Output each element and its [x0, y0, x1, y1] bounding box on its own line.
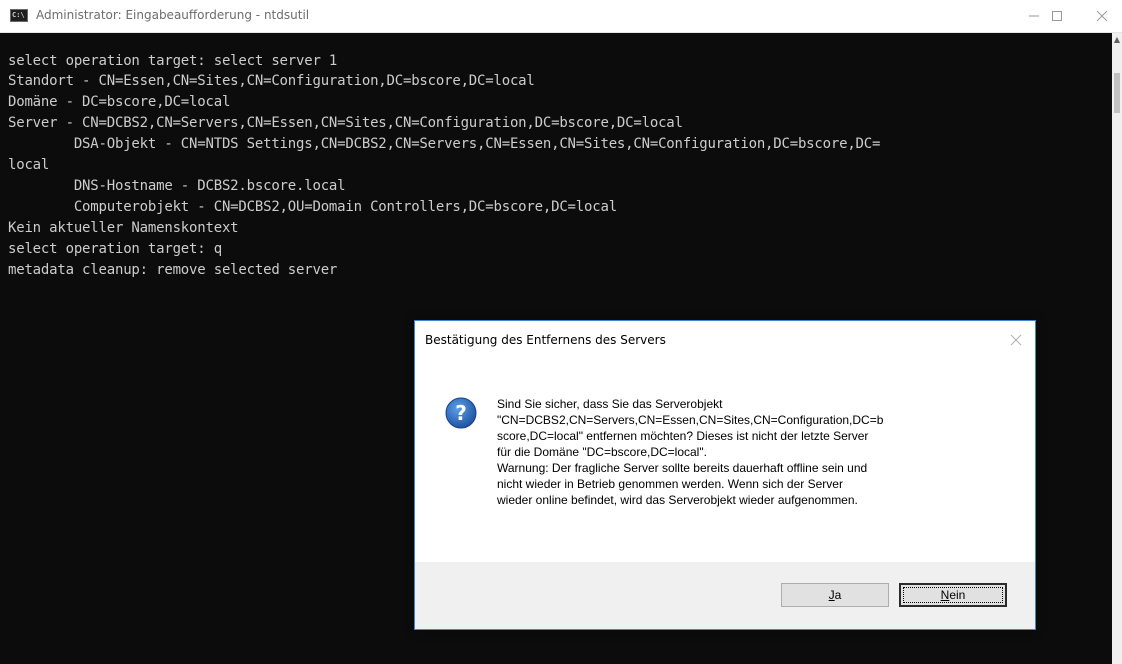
console-window: C:\ Administrator: Eingabeaufforderung -…	[0, 0, 1122, 664]
close-icon	[1010, 334, 1022, 346]
yes-button[interactable]: Ja	[781, 583, 889, 607]
message-line: wieder online befindet, wird das Servero…	[497, 493, 858, 507]
dialog-close-button[interactable]	[1003, 327, 1029, 353]
console-line: local	[8, 157, 50, 173]
question-icon: ?	[445, 397, 477, 429]
yes-button-label: a	[834, 588, 842, 602]
dialog-button-bar: Ja Nein	[415, 562, 1035, 629]
dialog-title: Bestätigung des Entfernens des Servers	[425, 333, 666, 347]
maximize-icon	[1052, 11, 1062, 21]
message-line: Sind Sie sicher, dass Sie das Serverobje…	[497, 397, 723, 411]
vertical-scrollbar[interactable]: ▲	[1112, 33, 1122, 664]
console-line: Computerobjekt - CN=DCBS2,OU=Domain Cont…	[8, 199, 617, 215]
no-button[interactable]: Nein	[899, 583, 1007, 607]
console-line: Domäne - DC=bscore,DC=local	[8, 94, 231, 110]
scrollbar-thumb[interactable]	[1114, 73, 1120, 113]
console-line: Standort - CN=Essen,CN=Sites,CN=Configur…	[8, 73, 535, 89]
confirm-dialog: Bestätigung des Entfernens des Servers ?…	[414, 320, 1036, 630]
focus-ring	[903, 587, 1003, 603]
window-title: Administrator: Eingabeaufforderung - ntd…	[36, 8, 310, 22]
message-line: nicht wieder in Betrieb genommen werden.…	[497, 477, 843, 491]
console-line: DNS-Hostname - DCBS2.bscore.local	[8, 178, 346, 194]
console-line: select operation target: q	[8, 241, 222, 257]
message-line: "CN=DCBS2,CN=Servers,CN=Essen,CN=Sites,C…	[497, 413, 884, 427]
dialog-message: Sind Sie sicher, dass Sie das Serverobje…	[497, 396, 1017, 508]
message-line: score,DC=local" entfernen möchten? Diese…	[497, 429, 869, 443]
console-line: Server - CN=DCBS2,CN=Servers,CN=Essen,CN…	[8, 115, 683, 131]
close-button[interactable]	[1080, 0, 1122, 32]
title-bar[interactable]: C:\ Administrator: Eingabeaufforderung -…	[0, 0, 1122, 33]
maximize-button[interactable]	[1035, 0, 1079, 32]
svg-text:?: ?	[455, 401, 467, 425]
console-line: Kein aktueller Namenskontext	[8, 220, 239, 236]
scroll-up-icon[interactable]: ▲	[1113, 35, 1121, 45]
message-line: Warnung: Der fragliche Server sollte ber…	[497, 461, 868, 475]
console-line: select operation target: select server 1	[8, 53, 338, 69]
console-line: metadata cleanup: remove selected server	[8, 262, 338, 278]
console-app-icon[interactable]: C:\	[10, 9, 28, 22]
close-icon	[1096, 10, 1108, 22]
message-line: für die Domäne "DC=bscore,DC=local".	[497, 445, 707, 459]
console-line: DSA-Objekt - CN=NTDS Settings,CN=DCBS2,C…	[8, 136, 881, 152]
